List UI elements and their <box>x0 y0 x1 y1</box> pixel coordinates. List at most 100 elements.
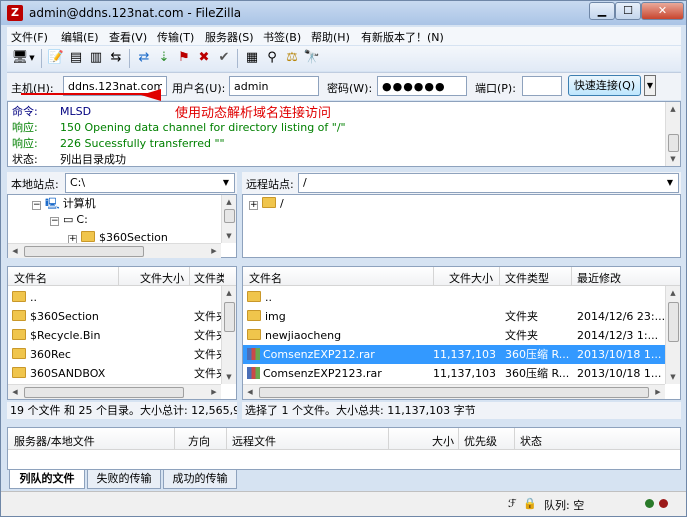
scroll-right-icon[interactable]: ▶ <box>651 385 665 399</box>
cancel-icon[interactable]: ⚑ <box>175 49 193 67</box>
column-priority[interactable]: 优先级 <box>464 433 497 449</box>
local-tree-scrollbar[interactable]: ▲ ▼ <box>221 195 236 243</box>
column-filename[interactable]: 文件名 <box>14 270 114 286</box>
local-path-combo[interactable]: C:\ ▼ <box>65 173 235 193</box>
column-filename[interactable]: 文件名 <box>249 270 349 286</box>
scroll-down-icon[interactable]: ▼ <box>666 370 680 384</box>
column-filesize[interactable]: 文件大小 <box>449 270 499 286</box>
message-log[interactable]: 命令: MLSD 响应: 150 Opening data channel for … <box>7 101 681 167</box>
chevron-down-icon[interactable]: ▼ <box>218 174 234 192</box>
menu-server[interactable]: 服务器(S) <box>205 29 254 45</box>
scroll-left-icon[interactable]: ◀ <box>8 385 22 399</box>
port-input[interactable] <box>522 76 562 96</box>
log-scroll-thumb[interactable] <box>668 134 679 152</box>
tab-successful-transfers[interactable]: 成功的传输 <box>163 470 237 489</box>
scroll-down-icon[interactable]: ▼ <box>666 152 680 166</box>
menu-edit[interactable]: 编辑(E) <box>61 29 99 45</box>
remote-path-combo[interactable]: / ▼ <box>298 173 679 193</box>
log-scrollbar[interactable]: ▲ ▼ <box>665 102 680 166</box>
scroll-down-icon[interactable]: ▼ <box>222 370 236 384</box>
remote-list-scrollbar[interactable]: ▲ ▼ <box>665 286 680 384</box>
password-input[interactable] <box>377 76 467 96</box>
scroll-thumb[interactable] <box>224 209 235 223</box>
directory-listing-icon[interactable]: ▦ <box>243 49 261 67</box>
scroll-up-icon[interactable]: ▲ <box>222 195 236 209</box>
collapse-icon[interactable]: − <box>32 201 41 210</box>
tab-queued-files[interactable]: 列队的文件 <box>9 470 85 489</box>
column-server-local-file[interactable]: 服务器/本地文件 <box>14 433 95 449</box>
minimize-button[interactable]: ▁ <box>589 2 615 20</box>
local-list-hscrollbar[interactable]: ◀ ▶ <box>8 384 221 399</box>
file-row[interactable]: .. <box>8 288 221 307</box>
column-filetype[interactable]: 文件类 <box>194 270 224 286</box>
tree-item-root[interactable]: + / <box>249 195 284 213</box>
scroll-thumb[interactable] <box>668 302 679 342</box>
expand-icon[interactable]: + <box>249 201 258 210</box>
column-direction[interactable]: 方向 <box>188 433 210 449</box>
column-status[interactable]: 状态 <box>520 433 542 449</box>
column-remote-file[interactable]: 远程文件 <box>232 433 276 449</box>
local-tree-hscrollbar[interactable]: ◀ ▶ <box>8 243 221 258</box>
reconnect-icon[interactable]: ✔ <box>215 49 233 67</box>
remote-list-hscrollbar[interactable]: ◀ ▶ <box>243 384 665 399</box>
remote-file-list[interactable]: 文件名 文件大小 文件类型 最近修改 .. img 文件夹 2014/12/6 23… <box>242 266 681 400</box>
scroll-thumb[interactable] <box>259 387 649 398</box>
menu-transfer[interactable]: 传输(T) <box>157 29 194 45</box>
chevron-down-icon[interactable]: ▼ <box>662 174 678 192</box>
scroll-up-icon[interactable]: ▲ <box>666 286 680 300</box>
compare-icon[interactable]: ⚖ <box>283 49 301 67</box>
menu-file[interactable]: 文件(F) <box>11 29 48 45</box>
scroll-up-icon[interactable]: ▲ <box>666 102 680 116</box>
scroll-up-icon[interactable]: ▲ <box>222 286 236 300</box>
refresh-icon[interactable]: ⇄ <box>135 49 153 67</box>
file-row[interactable]: newjiaocheng 文件夹 2014/12/3 1:... <box>243 326 665 345</box>
search-icon[interactable]: 🔭 <box>303 49 321 67</box>
collapse-icon[interactable]: − <box>50 217 59 226</box>
filter-icon[interactable]: ⚲ <box>263 49 281 67</box>
file-row[interactable]: img 文件夹 2014/12/6 23:... <box>243 307 665 326</box>
scroll-left-icon[interactable]: ◀ <box>243 385 257 399</box>
local-tree[interactable]: − 🖳 计算机 − ▭ C: + $360Section ▲ ▼ ◀ ▶ <box>7 194 237 258</box>
tree-item-c-drive[interactable]: − ▭ C: <box>50 211 88 229</box>
local-list-scrollbar[interactable]: ▲ ▼ <box>221 286 236 384</box>
menu-new-version[interactable]: 有新版本了！(N) <box>361 29 444 45</box>
column-size[interactable]: 大小 <box>432 433 454 449</box>
toggle-log-icon[interactable]: 📝 <box>47 49 65 67</box>
scroll-right-icon[interactable]: ▶ <box>207 385 221 399</box>
maximize-button[interactable]: ☐ <box>615 2 641 20</box>
scroll-thumb[interactable] <box>24 387 184 398</box>
toggle-local-tree-icon[interactable]: ▤ <box>67 49 85 67</box>
tab-failed-transfers[interactable]: 失败的传输 <box>87 470 161 489</box>
file-row[interactable]: $360Section 文件夹 <box>8 307 221 326</box>
scroll-right-icon[interactable]: ▶ <box>207 244 221 258</box>
remote-tree[interactable]: + / <box>242 194 681 258</box>
disconnect-icon[interactable]: ✖ <box>195 49 213 67</box>
column-filetype[interactable]: 文件类型 <box>505 270 569 286</box>
menu-view[interactable]: 查看(V) <box>109 29 147 45</box>
file-row[interactable]: $Recycle.Bin 文件夹 <box>8 326 221 345</box>
local-file-list[interactable]: 文件名 文件大小 文件类 .. $360Section 文件夹 $Recycle.… <box>7 266 237 400</box>
menu-help[interactable]: 帮助(H) <box>311 29 350 45</box>
toggle-remote-tree-icon[interactable]: ▥ <box>87 49 105 67</box>
column-filesize[interactable]: 文件大小 <box>140 270 190 286</box>
site-manager-dropdown-icon[interactable]: ▼ <box>28 49 36 67</box>
file-row[interactable]: 360Rec 文件夹 <box>8 345 221 364</box>
scroll-thumb[interactable] <box>24 246 144 257</box>
scroll-thumb[interactable] <box>224 302 235 332</box>
process-queue-icon[interactable]: ⇣ <box>155 49 173 67</box>
file-row-selected[interactable]: ComsenzEXP212.rar 11,137,103 360压缩 R... 201… <box>243 345 665 364</box>
file-row[interactable]: ComsenzEXP2123.rar 11,137,103 360压缩 R... 20… <box>243 364 665 383</box>
column-modified[interactable]: 最近修改 <box>577 270 657 286</box>
scroll-left-icon[interactable]: ◀ <box>8 244 22 258</box>
file-row[interactable]: 360SANDBOX 文件夹 <box>8 364 221 383</box>
site-manager-icon[interactable]: 🖥 <box>11 49 29 67</box>
username-input[interactable] <box>229 76 319 96</box>
title-bar[interactable]: Z admin@ddns.123nat.com - FileZilla ▁ ☐ … <box>1 1 686 25</box>
menu-bookmarks[interactable]: 书签(B) <box>263 29 301 45</box>
scroll-down-icon[interactable]: ▼ <box>222 229 236 243</box>
file-row[interactable]: .. <box>243 288 665 307</box>
close-button[interactable]: ✕ <box>641 2 684 20</box>
transfer-queue[interactable]: 服务器/本地文件 方向 远程文件 大小 优先级 状态 <box>7 427 681 470</box>
quickconnect-dropdown-icon[interactable]: ▼ <box>644 75 656 96</box>
quickconnect-button[interactable]: 快速连接(Q) <box>568 75 641 96</box>
